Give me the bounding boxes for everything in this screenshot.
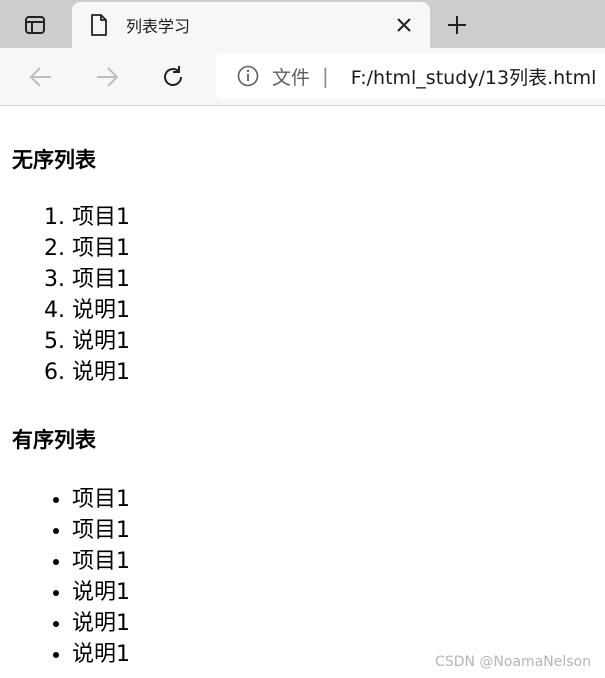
address-scheme: 文件 [272, 66, 311, 89]
list-item: 说明1 [72, 608, 130, 639]
back-arrow-icon [29, 67, 51, 87]
info-button[interactable] [236, 64, 260, 88]
forward-arrow-icon [97, 67, 119, 87]
close-tab-button[interactable] [390, 11, 418, 39]
refresh-icon [164, 66, 182, 86]
address-bar[interactable]: 文件 | F:/html_study/13列表.html [216, 53, 605, 99]
ordered-list: 项目1 项目1 项目1 说明1 说明1 说明1 [72, 202, 130, 388]
tab-bar: 列表学习 [0, 0, 605, 48]
browser-toolbar: 文件 | F:/html_study/13列表.html [0, 48, 605, 106]
plus-icon [448, 16, 466, 34]
list-item: 说明1 [72, 639, 130, 670]
list-item: 说明1 [72, 295, 130, 326]
forward-button[interactable] [90, 60, 124, 94]
bullet-list: 项目1 项目1 项目1 说明1 说明1 说明1 [72, 484, 130, 670]
page-icon [90, 14, 108, 36]
back-button[interactable] [24, 60, 58, 94]
list-item: 说明1 [72, 577, 130, 608]
active-tab[interactable]: 列表学习 [72, 2, 430, 48]
new-tab-button[interactable] [440, 8, 474, 42]
watermark: CSDN @NoamaNelson [435, 654, 591, 670]
list-item: 项目1 [72, 484, 130, 515]
list-item: 项目1 [72, 515, 130, 546]
info-icon [237, 65, 259, 87]
list-item: 项目1 [72, 546, 130, 577]
address-separator: | [322, 64, 329, 88]
tab-actions-button[interactable] [10, 9, 60, 41]
page-content: 无序列表 项目1 项目1 项目1 说明1 说明1 说明1 有序列表 项目1 项目… [0, 106, 605, 678]
list-item: 说明1 [72, 326, 130, 357]
list-item: 项目1 [72, 233, 130, 264]
list-item: 说明1 [72, 357, 130, 388]
tab-title: 列表学习 [126, 17, 191, 36]
list-item: 项目1 [72, 264, 130, 295]
ordered-list-heading: 有序列表 [12, 428, 96, 452]
close-icon [397, 18, 411, 32]
address-url[interactable]: F:/html_study/13列表.html [351, 63, 597, 90]
refresh-button[interactable] [156, 60, 190, 94]
list-item: 项目1 [72, 202, 130, 233]
tab-actions-icon [25, 16, 45, 34]
unordered-list-heading: 无序列表 [12, 148, 96, 172]
